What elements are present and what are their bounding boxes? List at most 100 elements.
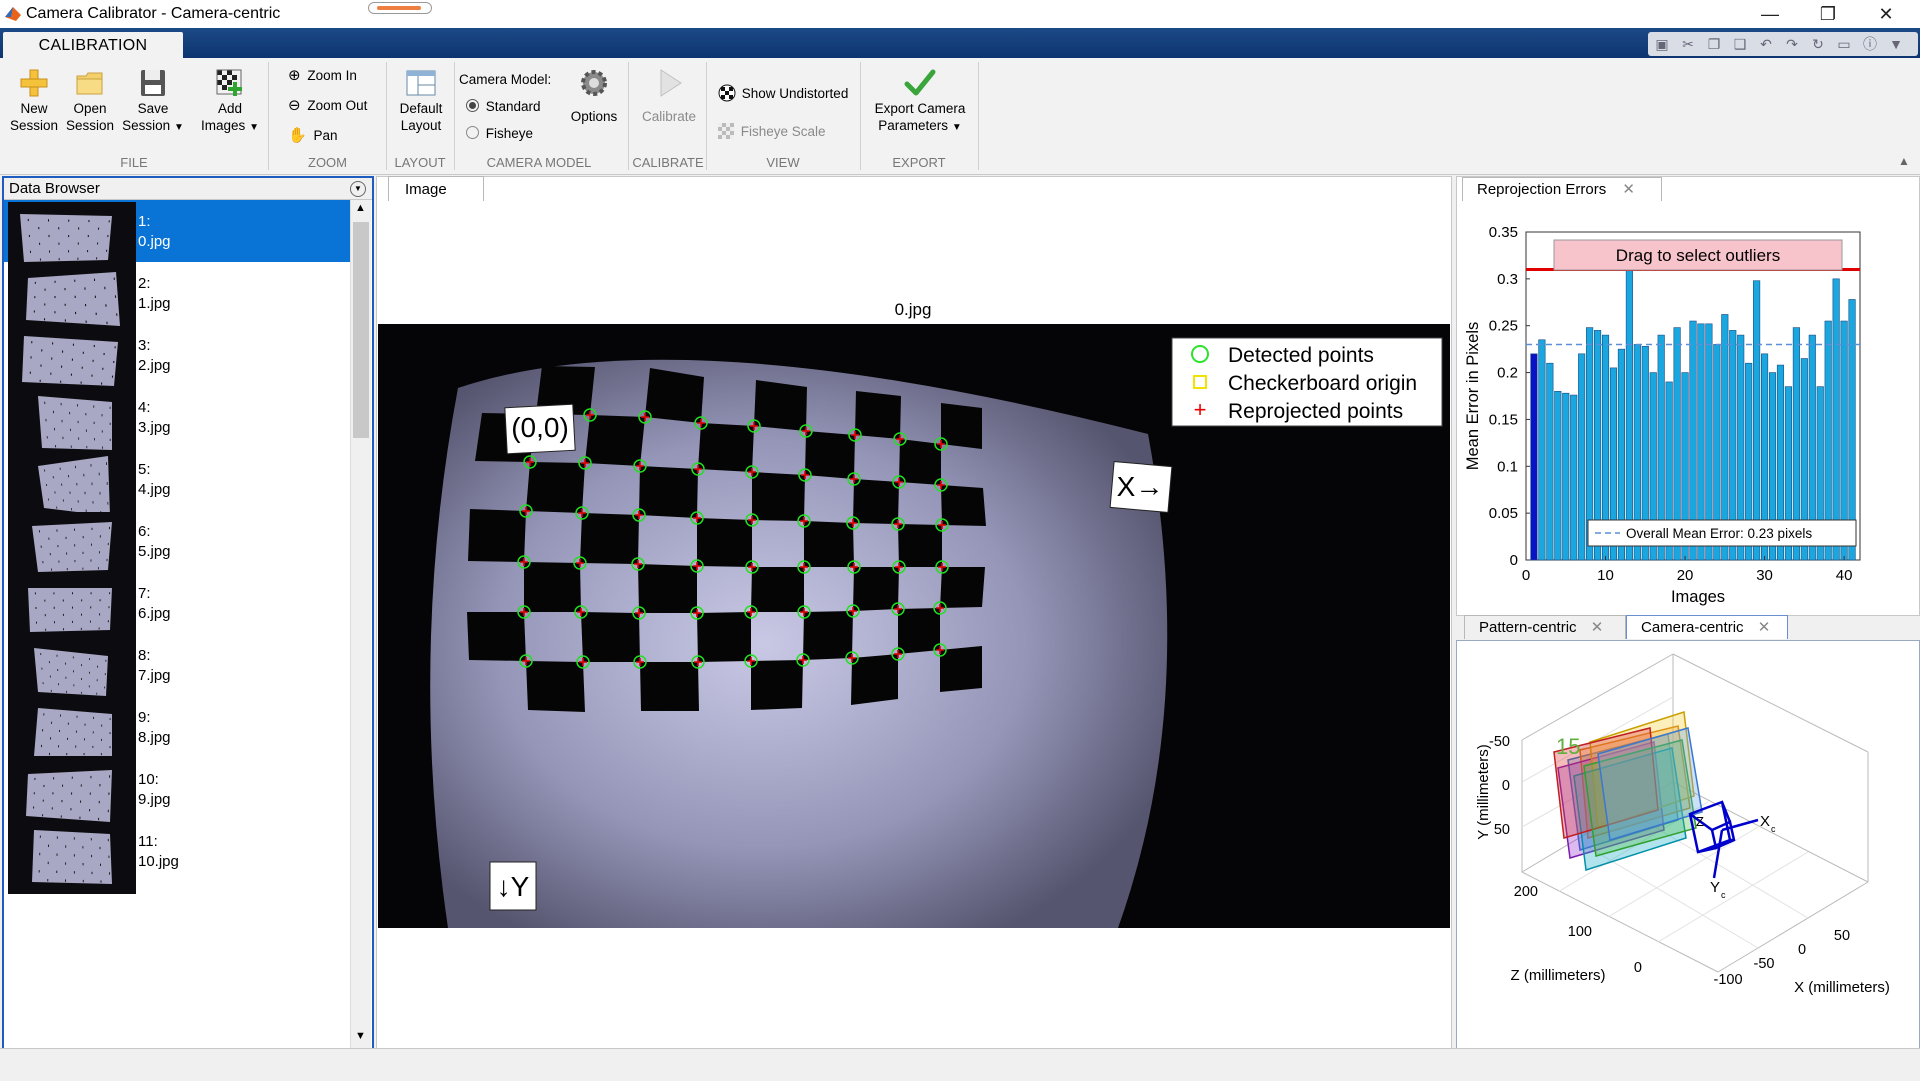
error-bar[interactable] xyxy=(1538,339,1546,561)
fisheye-radio[interactable]: Fisheye xyxy=(466,125,533,142)
close-tab-icon[interactable]: ✕ xyxy=(1758,619,1771,636)
list-item-index: 10: xyxy=(138,771,159,788)
zoom-in-button[interactable]: ⊕ Zoom In xyxy=(288,67,357,84)
options-button[interactable]: Options xyxy=(566,66,622,125)
redo-icon[interactable]: ↷ xyxy=(1784,36,1800,52)
list-item[interactable]: 7: 6.jpg xyxy=(4,572,350,646)
save-session-label-1: Save xyxy=(137,101,169,116)
tab-reprojection-errors[interactable]: Reprojection Errors ✕ xyxy=(1462,177,1662,201)
legend-detected: Detected points xyxy=(1228,344,1374,367)
error-bar[interactable] xyxy=(1832,278,1840,561)
error-bar[interactable] xyxy=(1562,392,1570,561)
error-bar[interactable] xyxy=(1554,391,1562,561)
data-browser-scrollbar[interactable]: ▲ ▼ xyxy=(350,200,371,1048)
error-bar[interactable] xyxy=(1625,269,1633,561)
list-item[interactable]: 9: 8.jpg xyxy=(4,696,350,770)
list-item[interactable]: 5: 4.jpg xyxy=(4,448,350,522)
list-item-filename: 6.jpg xyxy=(138,605,171,622)
camera-centric-3d-plot[interactable]: 15 Z X c Y c -50 0 50 200 100 0 50 0 -50… xyxy=(1458,642,1916,1044)
default-layout-button[interactable]: Default Layout xyxy=(390,66,452,134)
save-session-button[interactable]: Save Session ▼ xyxy=(120,66,186,136)
error-bar[interactable] xyxy=(1753,280,1761,561)
list-item[interactable]: 4: 3.jpg xyxy=(4,386,350,460)
close-tab-icon[interactable]: ✕ xyxy=(1591,619,1604,636)
copy-icon[interactable]: ❐ xyxy=(1706,36,1722,52)
y-tick-label: 0.1 xyxy=(1497,458,1518,475)
list-item-index: 5: xyxy=(138,461,151,478)
list-item-index: 1: xyxy=(138,213,151,230)
tab-image[interactable]: Image xyxy=(388,176,484,201)
calibration-image[interactable]: (0,0) X→ ↓Y Detected points Checkerboard… xyxy=(378,324,1450,928)
checker-square xyxy=(940,567,985,608)
tab-calibration[interactable]: CALIBRATION xyxy=(3,32,183,60)
x-axis-label-box: X→ xyxy=(1109,461,1173,513)
error-bar[interactable] xyxy=(1570,394,1578,561)
add-images-button[interactable]: Add Images ▼ xyxy=(196,66,264,136)
list-item[interactable]: 8: 7.jpg xyxy=(4,634,350,708)
scroll-up-icon[interactable]: ▲ xyxy=(355,202,366,214)
standard-radio[interactable]: Standard xyxy=(466,98,541,115)
new-session-button[interactable]: New Session xyxy=(6,66,62,134)
panel-menu-icon[interactable]: ▼ xyxy=(350,181,366,197)
checker-square xyxy=(752,472,805,521)
zoom-out-button[interactable]: ⊖ Zoom Out xyxy=(288,97,367,114)
group-label-export: EXPORT xyxy=(892,155,946,170)
x-direction-label: X→ xyxy=(1117,471,1164,502)
reprojection-tab-label: Reprojection Errors xyxy=(1477,181,1607,198)
reprojected-points-marker: + xyxy=(1194,397,1207,422)
checker-square xyxy=(526,462,585,513)
minimize-icon[interactable]: — xyxy=(1750,2,1790,26)
export-label-1: Export Camera xyxy=(874,101,966,116)
fisheye-scale-button[interactable]: Fisheye Scale xyxy=(718,123,826,140)
add-images-icon xyxy=(216,69,242,96)
checker-square xyxy=(638,564,697,613)
list-item[interactable]: 1: 0.jpg xyxy=(4,200,350,274)
list-item[interactable]: 3: 2.jpg xyxy=(4,324,350,398)
close-tab-icon[interactable]: ✕ xyxy=(1622,181,1635,198)
error-bar[interactable] xyxy=(1546,362,1554,561)
open-session-button[interactable]: Open Session xyxy=(62,66,118,134)
search-icon[interactable]: ▼ xyxy=(1888,36,1904,52)
cut-icon[interactable]: ✂ xyxy=(1680,36,1696,52)
scroll-down-icon[interactable]: ▼ xyxy=(355,1030,366,1042)
list-item-filename: 1.jpg xyxy=(138,295,171,312)
y-axis-ticks: 0 0.05 0.1 0.15 0.2 0.25 0.3 0.35 xyxy=(1489,224,1530,569)
fisheye-scale-icon xyxy=(718,123,734,139)
reprojection-error-chart[interactable]: 0 0.05 0.1 0.15 0.2 0.25 0.3 0.35 0 10 20 30 40 Dra… xyxy=(1458,204,1916,610)
checker-square xyxy=(853,567,899,611)
chevron-down-icon: ▼ xyxy=(951,122,962,133)
tab-camera-centric[interactable]: Camera-centric ✕ xyxy=(1626,615,1788,639)
tab-pattern-centric[interactable]: Pattern-centric ✕ xyxy=(1464,615,1626,639)
camera-x-label: X xyxy=(1760,813,1770,830)
scrollbar-thumb[interactable] xyxy=(353,222,369,438)
paste-icon[interactable]: ❑ xyxy=(1732,36,1748,52)
list-item-filename: 8.jpg xyxy=(138,729,171,746)
show-undistorted-button[interactable]: Show Undistorted xyxy=(718,84,848,102)
y-tick: 0 xyxy=(1502,778,1510,794)
close-icon[interactable]: ✕ xyxy=(1866,2,1906,26)
fisheye-scale-label: Fisheye Scale xyxy=(740,124,826,139)
camera-centric-label: Camera-centric xyxy=(1641,619,1744,636)
refresh-icon[interactable]: ↻ xyxy=(1810,36,1826,52)
list-item[interactable]: 2: 1.jpg xyxy=(4,262,350,336)
checker-square xyxy=(804,521,854,567)
help-icon[interactable]: ⓘ xyxy=(1862,36,1878,52)
collapse-ribbon-icon[interactable]: ▲ xyxy=(1898,154,1910,168)
list-item[interactable]: 6: 5.jpg xyxy=(4,510,350,584)
undo-icon[interactable]: ↶ xyxy=(1758,36,1774,52)
error-bar[interactable] xyxy=(1530,353,1538,561)
checker-square xyxy=(526,661,585,712)
pan-button[interactable]: ✋ Pan xyxy=(288,127,337,144)
drag-outliers-box[interactable]: Drag to select outliers xyxy=(1553,239,1843,271)
export-camera-parameters-button[interactable]: Export Camera Parameters ▼ xyxy=(868,66,972,136)
maximize-icon[interactable]: ❐ xyxy=(1808,2,1848,26)
switch-windows-icon[interactable]: ▭ xyxy=(1836,36,1852,52)
save-icon[interactable]: ▣ xyxy=(1654,36,1670,52)
title-scroll-indicator[interactable] xyxy=(368,2,432,14)
gear-icon xyxy=(581,70,607,96)
calibrate-button[interactable]: Calibrate xyxy=(636,66,702,125)
error-bar[interactable] xyxy=(1578,353,1586,561)
list-item[interactable]: 10: 9.jpg xyxy=(4,758,350,832)
group-separator xyxy=(454,62,455,170)
list-item[interactable]: 11: 10.jpg xyxy=(4,820,350,894)
